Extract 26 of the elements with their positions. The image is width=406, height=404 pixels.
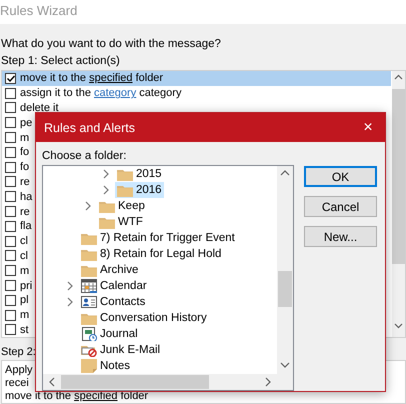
action-text: re [20,176,30,188]
action-text: fo [20,161,30,174]
action-text: m [20,132,30,144]
action-text: move it to the specified folder [20,72,164,84]
action-text: cl [20,250,28,262]
action-text: fla [20,220,32,232]
action-text: m [20,264,30,277]
rule-description-text: recei [5,377,29,389]
rule-description-text: Apply [5,364,33,376]
window-title: Rules Wizard [0,2,78,18]
action-text: pri [20,280,32,292]
action-text: delete it [20,102,59,114]
folder-prompt: Choose a folder: [42,150,128,162]
action-text: fo [20,146,30,158]
action-text: pl [20,294,29,306]
action-text: assign it to the category category [20,87,182,100]
action-text: m [20,309,30,322]
action-text: re [20,206,30,218]
action-text: st [20,324,29,336]
dialog-title: Rules and Alerts [44,120,136,134]
question-text: What do you want to do with the message? [1,38,221,50]
action-text: ha [20,190,32,203]
step-label: Step 1: Select action(s) [1,55,120,67]
action-text: pe [20,116,32,129]
step-label: Step 2: [1,346,36,358]
action-text: cl [20,235,28,248]
